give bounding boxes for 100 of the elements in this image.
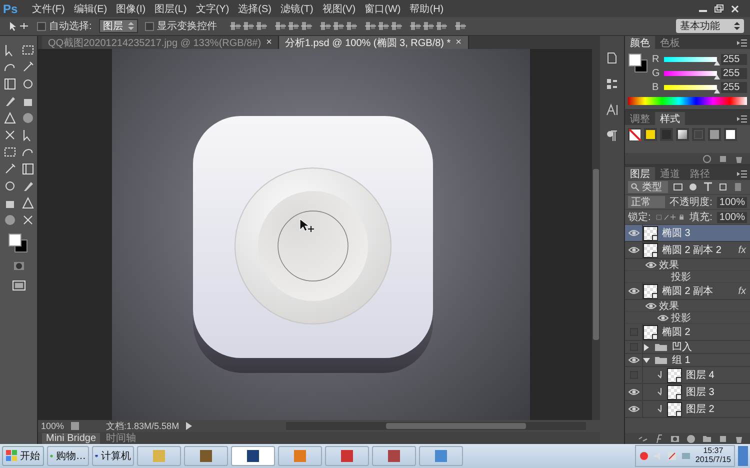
eye-icon[interactable]: [657, 312, 669, 322]
style-swatch[interactable]: [676, 128, 689, 141]
slider-thumb[interactable]: [714, 88, 720, 94]
horizontal-scrollbar[interactable]: [286, 422, 586, 430]
taskbar-app-button[interactable]: [231, 446, 275, 466]
tool-icon[interactable]: [2, 110, 18, 126]
zoom-preview-icon[interactable]: [70, 421, 80, 431]
panel-menu-icon[interactable]: [737, 114, 747, 122]
menu-item[interactable]: 视图(V): [322, 2, 356, 16]
align-icon[interactable]: [378, 20, 389, 32]
panel-menu-icon[interactable]: [737, 170, 747, 178]
tool-icon[interactable]: [20, 195, 36, 211]
document-tab[interactable]: QQ截图20201214235217.jpg @ 133%(RGB/8#) ×: [42, 36, 279, 49]
properties-icon[interactable]: [604, 76, 620, 92]
layer-row[interactable]: 组 1: [625, 354, 750, 367]
pixel-filter-icon[interactable]: [673, 182, 683, 192]
workspace-dropdown[interactable]: 基本功能: [676, 19, 744, 33]
layer-row[interactable]: 椭圆 3: [625, 225, 750, 242]
layer-row[interactable]: 椭圆 2: [625, 324, 750, 341]
style-swatch[interactable]: [628, 128, 641, 141]
eye-icon[interactable]: [628, 355, 640, 365]
tool-icon[interactable]: [20, 161, 36, 177]
align-icon[interactable]: [454, 20, 466, 32]
eye-icon[interactable]: [628, 245, 640, 255]
style-swatch[interactable]: [644, 128, 657, 141]
layer-row[interactable]: 图层 4: [625, 367, 750, 384]
color-spectrum[interactable]: [628, 97, 747, 105]
menu-item[interactable]: 图像(I): [116, 2, 146, 16]
menu-item[interactable]: 选择(S): [238, 2, 272, 16]
panel-tab[interactable]: 时间轴: [102, 431, 140, 445]
eye-icon[interactable]: [645, 260, 657, 270]
expand-triangle-icon[interactable]: [643, 344, 650, 350]
eye-icon[interactable]: [628, 228, 640, 238]
fill-field[interactable]: 100%: [717, 212, 747, 222]
effect-name[interactable]: 投影: [671, 270, 691, 284]
lock-options-icon[interactable]: [656, 212, 685, 222]
eye-icon[interactable]: [645, 300, 657, 310]
layer-row[interactable]: 图层 2: [625, 401, 750, 418]
align-icon[interactable]: [288, 20, 299, 32]
link-icon[interactable]: [638, 434, 648, 444]
filter-dropdown[interactable]: 类型: [628, 181, 668, 193]
eye-icon[interactable]: [628, 286, 640, 296]
menu-item[interactable]: 窗口(W): [364, 2, 401, 16]
align-icon[interactable]: [230, 20, 241, 32]
close-tab-button[interactable]: ×: [456, 37, 462, 48]
align-icon[interactable]: [436, 20, 447, 32]
align-icon[interactable]: [332, 20, 344, 32]
close-tab-button[interactable]: ×: [266, 37, 272, 48]
align-icon[interactable]: [410, 20, 421, 32]
color-swatches-icon[interactable]: [628, 53, 648, 73]
opacity-field[interactable]: 100%: [717, 196, 747, 208]
slider-thumb[interactable]: [714, 60, 720, 66]
move-tool-icon[interactable]: [8, 20, 30, 32]
collapse-triangle-icon[interactable]: [643, 356, 650, 364]
taskbar-button[interactable]: 购物…: [47, 446, 89, 466]
align-icon[interactable]: [242, 20, 254, 32]
mask-icon[interactable]: [670, 434, 680, 444]
layer-row[interactable]: 椭圆 2 副本 2 fx: [625, 242, 750, 259]
vertical-scrollbar[interactable]: [592, 49, 600, 420]
channel-value-field[interactable]: 255: [721, 68, 747, 78]
menu-item[interactable]: 帮助(H): [410, 2, 444, 16]
new-style-icon[interactable]: [718, 154, 728, 164]
document-tab[interactable]: 分析1.psd @ 100% (椭圆 3, RGB/8) * ×: [278, 36, 469, 49]
layer-row[interactable]: 图层 3: [625, 384, 750, 401]
effect-name[interactable]: 投影: [671, 310, 691, 324]
menu-item[interactable]: 滤镜(T): [280, 2, 314, 16]
effects-badge[interactable]: fx: [738, 244, 746, 256]
panel-tab[interactable]: 通道: [655, 167, 685, 180]
style-swatch[interactable]: [692, 128, 705, 141]
character-icon[interactable]: [604, 102, 620, 118]
record-icon[interactable]: [639, 451, 650, 461]
align-icon[interactable]: [256, 20, 267, 32]
adjustment-filter-icon[interactable]: [688, 182, 698, 192]
align-icon[interactable]: [320, 20, 331, 32]
target-dropdown[interactable]: 图层: [98, 19, 138, 33]
channel-value-field[interactable]: 255: [721, 82, 747, 92]
align-icon[interactable]: [364, 20, 376, 32]
align-icon[interactable]: [390, 20, 402, 32]
adjustment-icon[interactable]: [686, 434, 696, 444]
menu-item[interactable]: 文字(Y): [196, 2, 230, 16]
start-button[interactable]: 开始: [2, 446, 44, 466]
panel-tab[interactable]: 样式: [655, 112, 685, 125]
taskbar-app-button[interactable]: [372, 446, 416, 466]
type-filter-icon[interactable]: [703, 182, 713, 192]
blend-mode-dropdown[interactable]: 正常: [628, 196, 665, 208]
eye-icon[interactable]: [628, 404, 640, 414]
panel-menu-icon[interactable]: [737, 38, 747, 46]
panel-tab[interactable]: 颜色: [625, 36, 655, 49]
style-swatch[interactable]: [724, 128, 737, 141]
panel-tab[interactable]: 路径: [685, 167, 715, 180]
panel-tab[interactable]: 调整: [625, 112, 655, 125]
align-icon[interactable]: [274, 20, 286, 32]
layer-row[interactable]: 凹入: [625, 341, 750, 354]
menu-item[interactable]: 文件(F): [32, 2, 65, 16]
align-icon[interactable]: [300, 20, 312, 32]
no-style-icon[interactable]: [702, 154, 712, 164]
tool-icon[interactable]: [2, 76, 18, 92]
eye-icon[interactable]: [628, 387, 640, 397]
slider-thumb[interactable]: [714, 74, 720, 80]
menu-item[interactable]: 编辑(E): [74, 2, 108, 16]
